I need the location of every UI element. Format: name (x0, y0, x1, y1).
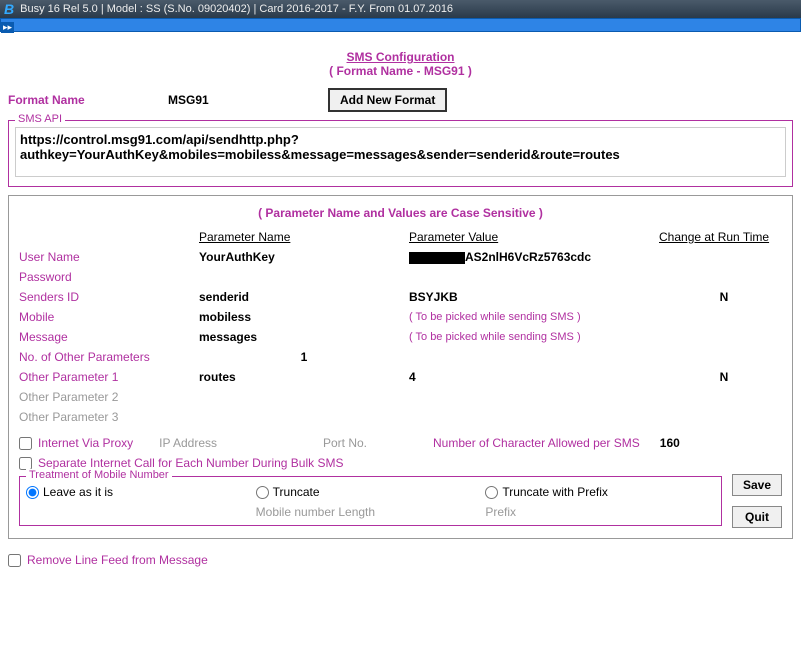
row-op1-label: Other Parameter 1 (19, 370, 199, 384)
page-title: SMS Configuration (8, 50, 793, 64)
row-password-label: Password (19, 270, 199, 284)
row-message-hint: ( To be picked while sending SMS ) (409, 331, 659, 343)
truncate-prefix-label: Truncate with Prefix (502, 485, 608, 499)
truncate-label: Truncate (273, 485, 320, 499)
row-username-value[interactable]: AS2nlH6VcRz5763cdc (409, 250, 659, 264)
case-sensitive-note: ( Parameter Name and Values are Case Sen… (19, 206, 782, 220)
row-sender-name[interactable]: senderid (199, 290, 409, 304)
row-sender-value[interactable]: BSYJKB (409, 290, 659, 304)
col-parameter-value: Parameter Value (409, 230, 659, 244)
sms-api-legend: SMS API (15, 113, 65, 125)
format-name-label: Format Name (8, 93, 128, 107)
leave-as-is-radio[interactable] (26, 486, 39, 499)
char-allowed-label: Number of Character Allowed per SMS (433, 436, 640, 450)
row-message-name[interactable]: messages (199, 330, 409, 344)
save-button[interactable]: Save (732, 474, 782, 496)
ribbon-bar: ▸▸ (0, 18, 801, 32)
row-mobile-name[interactable]: mobiless (199, 310, 409, 324)
char-allowed-value[interactable]: 160 (660, 436, 680, 450)
quit-button[interactable]: Quit (732, 506, 782, 528)
page-subtitle: ( Format Name - MSG91 ) (8, 64, 793, 78)
internet-via-proxy-label: Internet Via Proxy (38, 436, 133, 450)
row-message-label: Message (19, 330, 199, 344)
row-op2-label: Other Parameter 2 (19, 390, 199, 404)
row-op1-runtime[interactable]: N (659, 370, 789, 384)
row-op3-label: Other Parameter 3 (19, 410, 199, 424)
row-sender-label: Senders ID (19, 290, 199, 304)
mobile-length-label: Mobile number Length (256, 505, 486, 519)
treatment-fieldset: Treatment of Mobile Number Leave as it i… (19, 476, 722, 526)
row-username-label: User Name (19, 250, 199, 264)
row-mobile-label: Mobile (19, 310, 199, 324)
port-no-label: Port No. (323, 436, 367, 450)
redacted-block (409, 252, 465, 264)
row-sender-runtime[interactable]: N (659, 290, 789, 304)
ip-address-label: IP Address (159, 436, 217, 450)
row-mobile-hint: ( To be picked while sending SMS ) (409, 311, 659, 323)
internet-via-proxy-checkbox[interactable] (19, 437, 32, 450)
truncate-radio[interactable] (256, 486, 269, 499)
parameters-box: ( Parameter Name and Values are Case Sen… (8, 195, 793, 539)
app-logo: B (4, 1, 14, 17)
treatment-legend: Treatment of Mobile Number (26, 469, 172, 481)
prefix-label: Prefix (485, 505, 715, 519)
sms-api-input[interactable]: https://control.msg91.com/api/sendhttp.p… (15, 127, 786, 177)
col-runtime: Change at Run Time (659, 230, 789, 244)
row-op1-value[interactable]: 4 (409, 370, 659, 384)
row-username-name[interactable]: YourAuthKey (199, 250, 409, 264)
row-othercount-value[interactable]: 1 (199, 350, 409, 364)
leave-as-is-label: Leave as it is (43, 485, 113, 499)
col-parameter-name: Parameter Name (199, 230, 409, 244)
sms-api-fieldset: SMS API https://control.msg91.com/api/se… (8, 120, 793, 187)
add-new-format-button[interactable]: Add New Format (328, 88, 447, 112)
format-name-value: MSG91 (168, 93, 288, 107)
window-titlebar: B Busy 16 Rel 5.0 | Model : SS (S.No. 09… (0, 0, 801, 18)
row-othercount-label: No. of Other Parameters (19, 350, 199, 364)
remove-lf-checkbox[interactable] (8, 554, 21, 567)
title-text: Busy 16 Rel 5.0 | Model : SS (S.No. 0902… (20, 3, 453, 15)
remove-lf-label: Remove Line Feed from Message (27, 553, 208, 567)
separate-call-label: Separate Internet Call for Each Number D… (38, 456, 343, 470)
truncate-prefix-radio[interactable] (485, 486, 498, 499)
separate-call-checkbox[interactable] (19, 457, 32, 470)
row-op1-name[interactable]: routes (199, 370, 409, 384)
